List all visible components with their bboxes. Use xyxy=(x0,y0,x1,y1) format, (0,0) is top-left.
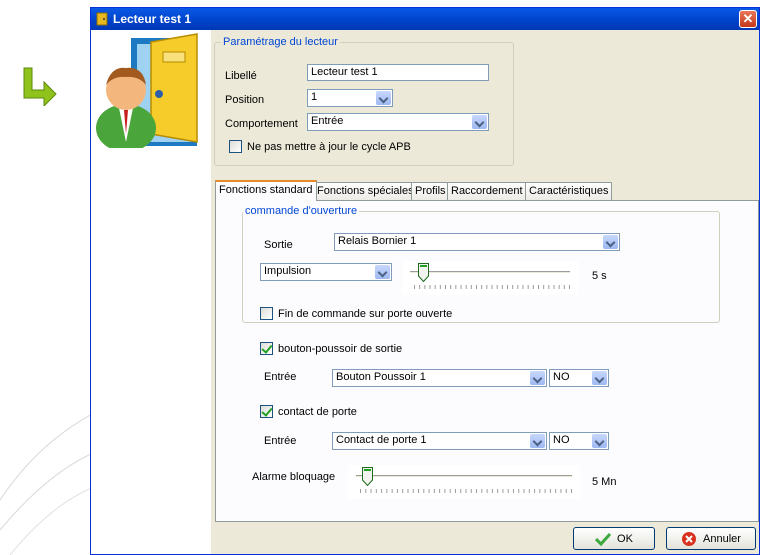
cancel-button[interactable]: Annuler xyxy=(666,527,756,550)
tab-raccordement[interactable]: Raccordement xyxy=(447,182,527,200)
user-door-illustration xyxy=(96,33,198,148)
main-area: Paramétrage du lecteur Libellé Lecteur t… xyxy=(211,30,759,554)
title-bar: Lecteur test 1 ✕ xyxy=(91,8,759,30)
apb-label: Ne pas mettre à jour le cycle APB xyxy=(247,141,411,153)
bouton-entree-select[interactable]: Bouton Poussoir 1 xyxy=(332,369,547,387)
checkmark-icon xyxy=(595,532,612,546)
alarme-label: Alarme bloquage xyxy=(252,471,336,483)
contact-porte-checkbox[interactable] xyxy=(260,405,273,418)
position-select[interactable]: 1 xyxy=(307,89,393,107)
alarme-slider-thumb[interactable] xyxy=(362,467,374,486)
alarme-slider-ticks xyxy=(360,489,572,493)
contact-entree-label: Entrée xyxy=(264,435,297,447)
bouton-entree-value: Bouton Poussoir 1 xyxy=(336,371,426,383)
apb-checkbox[interactable] xyxy=(229,140,242,153)
alarme-value: 5 Mn xyxy=(592,476,617,488)
mode-select[interactable]: Impulsion xyxy=(260,263,392,281)
door-icon xyxy=(96,12,108,26)
comportement-value: Entrée xyxy=(311,115,344,127)
commande-legend: commande d'ouverture xyxy=(245,205,358,217)
mode-value: Impulsion xyxy=(264,265,312,277)
tab-caracteristiques[interactable]: Caractéristiques xyxy=(525,182,613,200)
chevron-down-icon[interactable] xyxy=(375,265,390,279)
left-panel xyxy=(91,30,211,554)
alarme-slider-track xyxy=(356,475,572,478)
tab-profils[interactable]: Profils xyxy=(411,182,450,200)
duration-slider-ticks xyxy=(414,285,570,289)
window-client: Paramétrage du lecteur Libellé Lecteur t… xyxy=(91,30,759,554)
decorative-swirl xyxy=(0,409,100,555)
ok-button[interactable]: OK xyxy=(573,527,655,550)
contact-state-value: NO xyxy=(553,434,570,446)
contact-entree-value: Contact de porte 1 xyxy=(336,434,427,446)
position-label: Position xyxy=(225,94,265,106)
contact-porte-label: contact de porte xyxy=(278,406,357,418)
tab-fonctions-speciales[interactable]: Fonctions spéciales xyxy=(313,182,418,200)
ok-label: OK xyxy=(617,532,633,545)
bouton-state-select[interactable]: NO xyxy=(549,369,609,387)
comportement-select[interactable]: Entrée xyxy=(307,113,489,131)
sortie-label: Sortie xyxy=(264,239,293,251)
contact-state-select[interactable]: NO xyxy=(549,432,609,450)
close-button[interactable]: ✕ xyxy=(739,10,757,28)
duration-slider-track xyxy=(410,271,570,274)
fin-commande-checkbox[interactable] xyxy=(260,307,273,320)
reader-window: Lecteur test 1 ✕ Paramétrage du lecteur … xyxy=(90,7,760,555)
chevron-down-icon[interactable] xyxy=(603,235,618,249)
params-legend: Paramétrage du lecteur xyxy=(223,36,338,48)
libelle-label: Libellé xyxy=(225,70,257,82)
fin-commande-label: Fin de commande sur porte ouverte xyxy=(278,308,453,320)
chevron-down-icon[interactable] xyxy=(592,371,607,385)
sortie-value: Relais Bornier 1 xyxy=(338,235,417,247)
tab-fonctions-standard[interactable]: Fonctions standard xyxy=(215,180,317,201)
cancel-icon xyxy=(682,531,697,546)
bouton-state-value: NO xyxy=(553,371,570,383)
chevron-down-icon[interactable] xyxy=(592,434,607,448)
comportement-label: Comportement xyxy=(225,118,298,130)
sortie-select[interactable]: Relais Bornier 1 xyxy=(334,233,620,251)
chevron-down-icon[interactable] xyxy=(530,371,545,385)
bouton-poussoir-label: bouton-poussoir de sortie xyxy=(278,343,403,355)
window-title: Lecteur test 1 xyxy=(113,12,192,26)
chevron-down-icon[interactable] xyxy=(530,434,545,448)
bouton-poussoir-checkbox[interactable] xyxy=(260,342,273,355)
alarme-slider[interactable] xyxy=(348,465,580,499)
position-value: 1 xyxy=(311,91,318,103)
chevron-down-icon[interactable] xyxy=(376,91,391,105)
tab-page-fonctions-standard: commande d'ouverture Sortie Relais Borni… xyxy=(215,200,759,522)
chevron-down-icon[interactable] xyxy=(472,115,487,129)
libelle-input[interactable]: Lecteur test 1 xyxy=(307,64,489,81)
bouton-entree-label: Entrée xyxy=(264,371,297,383)
cancel-label: Annuler xyxy=(703,532,741,545)
duration-value: 5 s xyxy=(592,270,607,282)
duration-slider-thumb[interactable] xyxy=(418,263,429,282)
arrow-down-right-icon xyxy=(23,67,57,106)
duration-slider[interactable] xyxy=(402,261,578,295)
contact-entree-select[interactable]: Contact de porte 1 xyxy=(332,432,547,450)
